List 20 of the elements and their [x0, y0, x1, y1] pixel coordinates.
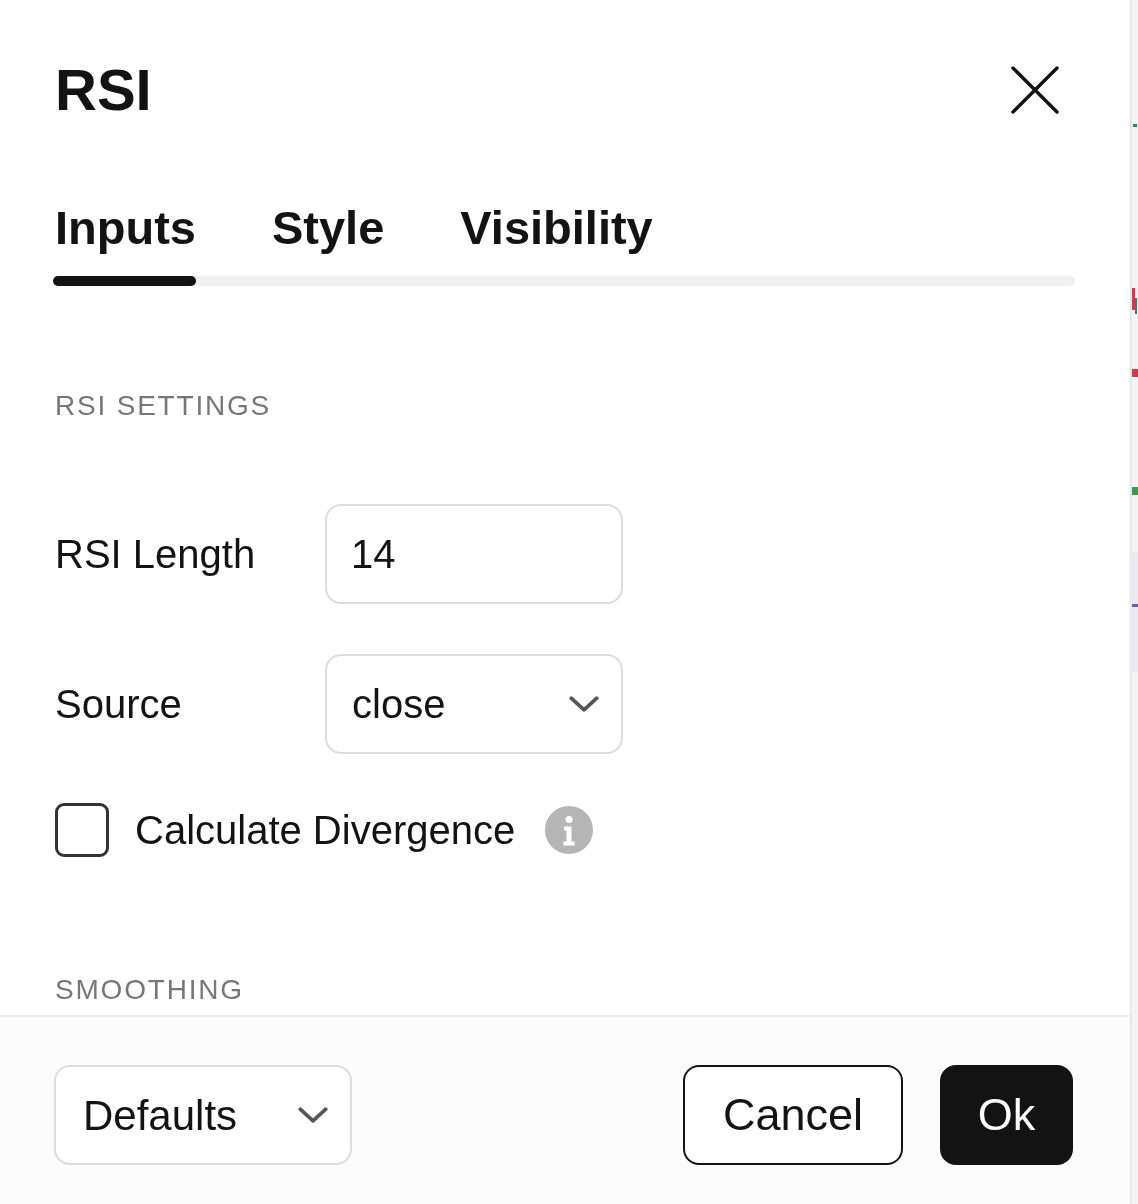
select-value: Defaults	[83, 1090, 238, 1141]
source-select[interactable]: close	[325, 654, 623, 754]
tab[interactable]: Inputs	[53, 200, 196, 286]
number-input[interactable]: 14	[325, 504, 623, 604]
section-heading: SMOOTHING	[55, 973, 244, 1007]
ok-button[interactable]: Ok	[940, 1065, 1073, 1165]
checkbox[interactable]	[55, 803, 109, 857]
checkbox-label[interactable]: Calculate Divergence	[135, 800, 516, 860]
tab[interactable]: Style	[270, 200, 385, 286]
field-label: RSI Length	[55, 531, 256, 578]
tab[interactable]: Visibility	[458, 200, 653, 286]
cancel-button[interactable]: Cancel	[683, 1065, 903, 1165]
close-icon	[1011, 66, 1059, 114]
section-heading: RSI SETTINGS	[55, 389, 272, 423]
preset-select[interactable]: Defaults	[54, 1065, 352, 1165]
dialog-title: RSI	[55, 61, 152, 119]
chevron-down-icon	[298, 1106, 328, 1124]
select-value: close	[352, 681, 446, 728]
field-label: Source	[55, 681, 182, 728]
chevron-down-icon	[569, 695, 599, 713]
